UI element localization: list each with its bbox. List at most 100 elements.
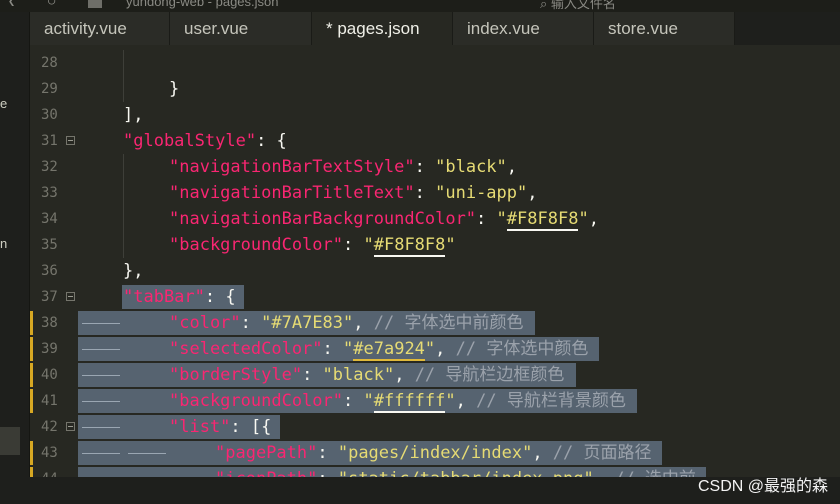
code-line[interactable]: 36}, xyxy=(30,258,840,284)
code-punctuation: : xyxy=(317,469,337,477)
refresh-icon[interactable]: ○ xyxy=(48,0,55,7)
code-line[interactable]: 43 "pagePath": "pages/index/index", // 页面… xyxy=(30,440,840,466)
code-line[interactable]: 39 "selectedColor": "#e7a924", // 字体选中颜色 xyxy=(30,336,840,362)
json-key: "navigationBarTitleText" xyxy=(169,183,415,203)
fold-toggle-icon[interactable] xyxy=(66,422,75,431)
window-icon xyxy=(88,0,102,8)
fold-toggle-icon[interactable] xyxy=(66,136,75,145)
tab-label: user.vue xyxy=(184,19,249,38)
json-key: "color" xyxy=(169,313,241,333)
tab-activity-vue[interactable]: activity.vue xyxy=(30,12,170,45)
indent-guide xyxy=(123,206,124,232)
indent-guide xyxy=(123,180,124,206)
code-punctuation: : xyxy=(343,235,364,255)
code-line[interactable]: 37 "tabBar": { xyxy=(30,284,840,310)
json-string: "black" xyxy=(322,365,395,385)
json-string: " xyxy=(496,209,507,229)
sidebar-selected-item[interactable] xyxy=(0,427,20,455)
code-line[interactable]: 42 "list": [{ xyxy=(30,414,840,440)
back-arrow-icon[interactable]: ❮ xyxy=(8,0,15,8)
code-editor[interactable]: 28 29} 30], 31 "globalStyle": {32 "navigation… xyxy=(30,45,840,477)
code-text: } xyxy=(169,76,179,102)
code-line[interactable]: 28 xyxy=(30,50,840,76)
line-number: 44 xyxy=(30,466,78,477)
editor-tab-bar: activity.vue user.vue * pages.json index… xyxy=(30,12,840,45)
project-sidebar[interactable]: e n xyxy=(0,12,30,492)
line-number: 40 xyxy=(41,367,58,383)
code-comment: // 字体选中颜色 xyxy=(455,339,589,359)
code-punctuation: , xyxy=(435,339,456,359)
json-string: #F8F8F8 xyxy=(373,235,446,257)
line-number: 39 xyxy=(41,341,58,357)
line-number: 32 xyxy=(41,159,58,175)
code-comment: // 页面路径 xyxy=(552,443,652,463)
json-string: "static/tabbar/index.png" xyxy=(338,469,594,477)
code-text: "backgroundColor": "#ffffff", // 导航栏背景颜色 xyxy=(169,388,626,414)
code-line[interactable]: 35 "backgroundColor": "#F8F8F8" xyxy=(30,232,840,258)
json-string: "#7A7E83" xyxy=(261,313,354,333)
window-title: yundong-web - pages.json xyxy=(126,0,279,9)
line-number: 34 xyxy=(41,211,58,227)
file-search-input[interactable]: ⌕ 输入文件名 xyxy=(540,0,616,12)
code-text: "iconPath": "static/tabbar/index.png", /… xyxy=(215,466,696,477)
tab-whitespace-marker xyxy=(82,375,120,376)
code-punctuation: : xyxy=(302,365,323,385)
sidebar-text-fragment: n xyxy=(0,236,8,251)
code-line[interactable]: 32 "navigationBarTextStyle": "black", xyxy=(30,154,840,180)
code-punctuation: , xyxy=(455,391,477,411)
code-punctuation: , xyxy=(588,209,599,229)
code-punctuation: : xyxy=(343,391,364,411)
json-string: " xyxy=(578,209,589,229)
code-text: "color": "#7A7E83", // 字体选中前颜色 xyxy=(169,310,523,336)
code-punctuation: : xyxy=(317,443,338,463)
tab-whitespace-marker xyxy=(82,323,120,324)
code-line[interactable]: 40 "borderStyle": "black", // 导航栏边框颜色 xyxy=(30,362,840,388)
json-string: " xyxy=(363,391,374,411)
json-string: #F8F8F8 xyxy=(506,209,579,231)
code-comment: // 导航栏背景颜色 xyxy=(476,391,626,411)
code-text: "backgroundColor": "#F8F8F8" xyxy=(169,232,456,258)
tab-user-vue[interactable]: user.vue xyxy=(170,12,312,45)
json-key: "iconPath" xyxy=(215,469,317,477)
tab-label: store.vue xyxy=(608,19,678,38)
code-line[interactable]: 31 "globalStyle": { xyxy=(30,128,840,154)
code-line[interactable]: 41 "backgroundColor": "#ffffff", // 导航栏背景… xyxy=(30,388,840,414)
code-line[interactable]: 38 "color": "#7A7E83", // 字体选中前颜色 xyxy=(30,310,840,336)
code-punctuation: , xyxy=(353,313,374,333)
json-key: "selectedColor" xyxy=(169,339,323,359)
search-placeholder: 输入文件名 xyxy=(550,0,616,11)
json-key: "backgroundColor" xyxy=(169,391,343,411)
line-number: 43 xyxy=(41,445,58,461)
code-text: "borderStyle": "black", // 导航栏边框颜色 xyxy=(169,362,564,388)
json-key: "pagePath" xyxy=(215,443,318,463)
json-key: "list" xyxy=(169,417,231,437)
code-text: "navigationBarTextStyle": "black", xyxy=(169,154,517,180)
code-punctuation: , xyxy=(506,157,518,177)
json-key: "backgroundColor" xyxy=(169,235,343,255)
tab-index-vue[interactable]: index.vue xyxy=(453,12,594,45)
tab-store-vue[interactable]: store.vue xyxy=(594,12,735,45)
json-string: "black" xyxy=(435,157,507,177)
code-line[interactable]: 33 "navigationBarTitleText": "uni-app", xyxy=(30,180,840,206)
code-line[interactable]: 30], xyxy=(30,102,840,128)
line-number: 41 xyxy=(41,393,58,409)
code-comment: // 选中前 xyxy=(614,469,696,477)
line-number: 38 xyxy=(41,315,58,331)
code-punctuation: , xyxy=(527,183,538,203)
indent-guide xyxy=(123,154,124,180)
line-number: 35 xyxy=(41,237,58,253)
fold-toggle-icon[interactable] xyxy=(66,292,75,301)
line-number: 30 xyxy=(41,107,58,123)
code-line[interactable]: 29} xyxy=(30,76,840,102)
json-string: " xyxy=(343,339,354,359)
tab-whitespace-marker xyxy=(82,401,120,402)
code-punctuation: : xyxy=(322,339,344,359)
code-punctuation: }, xyxy=(123,261,144,281)
code-text: "pagePath": "pages/index/index", // 页面路径 xyxy=(215,440,652,466)
code-text: ], xyxy=(123,102,143,128)
code-punctuation: } xyxy=(169,79,180,99)
code-comment: // 字体选中前颜色 xyxy=(373,313,524,333)
json-string: " xyxy=(445,235,456,255)
tab-pages-json[interactable]: * pages.json xyxy=(312,12,453,45)
code-line[interactable]: 34 "navigationBarBackgroundColor": "#F8F8… xyxy=(30,206,840,232)
